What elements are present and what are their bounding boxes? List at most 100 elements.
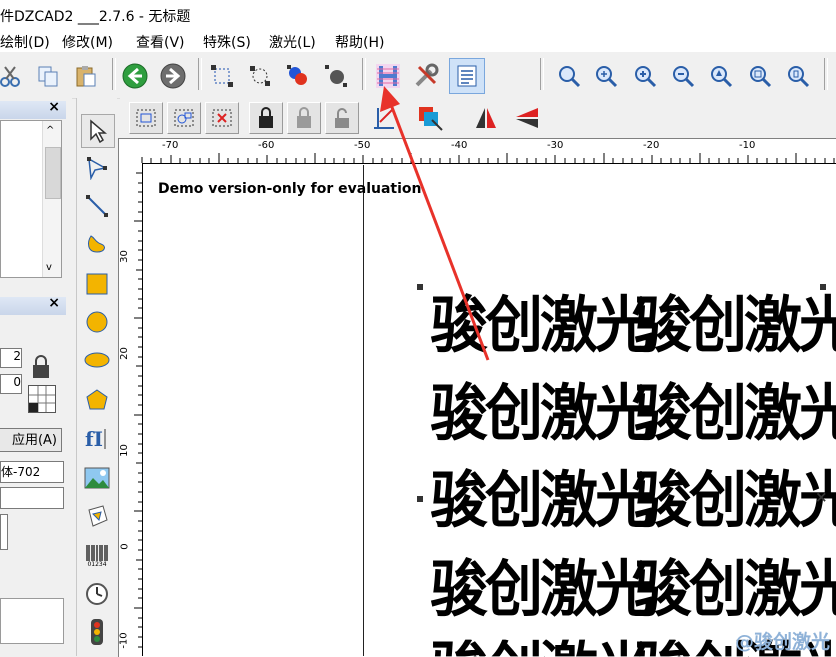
select-arrow-icon[interactable] bbox=[81, 114, 115, 148]
barcode-icon[interactable]: 01234 bbox=[81, 540, 113, 572]
menu-draw[interactable]: 绘制(D) bbox=[0, 32, 50, 52]
clock-icon[interactable] bbox=[81, 578, 113, 610]
chevron-down-icon[interactable]: v bbox=[46, 262, 52, 273]
dark-node-icon[interactable] bbox=[320, 60, 352, 92]
ruler-label: -30 bbox=[547, 140, 564, 151]
menu-special[interactable]: 特殊(S) bbox=[203, 32, 251, 52]
paste-icon[interactable] bbox=[70, 60, 102, 92]
lock-icon[interactable] bbox=[249, 102, 283, 134]
copy-icon[interactable] bbox=[32, 60, 64, 92]
zoom-all-icon[interactable] bbox=[744, 60, 776, 92]
chevron-up-icon[interactable]: ^ bbox=[46, 125, 54, 136]
size-width-field[interactable]: 2 bbox=[0, 348, 22, 368]
curve-icon[interactable] bbox=[81, 228, 113, 260]
toolbar-separator bbox=[824, 58, 828, 90]
text-object[interactable]: 骏创激光 bbox=[430, 559, 653, 620]
ungroup-icon[interactable] bbox=[167, 102, 201, 134]
text-object[interactable]: 骏创激光 bbox=[430, 383, 653, 444]
toolbar-separator bbox=[112, 58, 116, 90]
svg-text:fI: fI bbox=[85, 427, 103, 451]
mirror-vertical-icon[interactable] bbox=[510, 102, 544, 134]
list-scrollbar[interactable]: ^ v bbox=[42, 121, 61, 277]
close-icon[interactable]: × bbox=[48, 99, 60, 115]
title-bar: 件DZCAD2 ___2.7.6 - 无标题 bbox=[0, 0, 836, 30]
toolbar-separator bbox=[540, 58, 544, 90]
zoom-in-alt-icon[interactable] bbox=[629, 60, 661, 92]
window-title: 件DZCAD2 ___2.7.6 - 无标题 bbox=[0, 9, 191, 25]
selection-handle[interactable] bbox=[820, 284, 826, 290]
grid-position-icon[interactable] bbox=[28, 385, 56, 413]
text-object[interactable]: 骏创激光 bbox=[430, 640, 650, 657]
lock-ratio-icon[interactable] bbox=[30, 354, 52, 384]
circle-icon[interactable] bbox=[81, 306, 113, 338]
ellipse-icon[interactable] bbox=[81, 344, 113, 376]
page-boundary-line bbox=[363, 165, 364, 656]
annotation-arrow bbox=[380, 86, 490, 361]
menu-view[interactable]: 查看(V) bbox=[136, 32, 185, 52]
forward-icon[interactable] bbox=[157, 60, 189, 92]
toolbar-separator bbox=[198, 58, 202, 90]
delete-node-icon[interactable] bbox=[205, 102, 239, 134]
color-node-icon[interactable] bbox=[282, 60, 314, 92]
menu-help[interactable]: 帮助(H) bbox=[335, 32, 384, 52]
ruler-label: -50 bbox=[354, 140, 371, 151]
zoom-icon[interactable] bbox=[553, 60, 585, 92]
close-icon[interactable]: × bbox=[48, 295, 60, 311]
panel-title-bar: × bbox=[0, 295, 66, 315]
text-object[interactable]: 骏创激光 bbox=[634, 470, 836, 531]
unlock-all-icon[interactable] bbox=[325, 102, 359, 134]
line-icon[interactable] bbox=[81, 190, 113, 222]
ruler-label: 0 bbox=[119, 543, 131, 550]
zoom-page-icon[interactable] bbox=[782, 60, 814, 92]
zoom-in-icon[interactable] bbox=[590, 60, 622, 92]
object-list[interactable]: ^ v bbox=[0, 120, 62, 278]
ruler-label: 10 bbox=[118, 444, 130, 457]
layer-list[interactable] bbox=[0, 598, 64, 644]
font-select[interactable]: 体-702 bbox=[0, 461, 64, 483]
ruler-label: -60 bbox=[258, 140, 275, 151]
watermark: @骏创激光 bbox=[734, 631, 830, 653]
node-select-icon[interactable] bbox=[81, 152, 113, 184]
left-dock-panel: × ^ v × 2 0 应用(A) 体-702 bbox=[0, 98, 72, 656]
apply-button[interactable]: 应用(A) bbox=[0, 428, 62, 452]
barcode-caption: 01234 bbox=[87, 561, 107, 568]
zoom-out-icon[interactable] bbox=[667, 60, 699, 92]
text-object[interactable]: 骏创激光 bbox=[430, 470, 653, 531]
vertical-ruler: 30 20 10 0 -10 bbox=[118, 163, 143, 656]
text-object[interactable]: 骏创激光 bbox=[634, 383, 836, 444]
group-icon[interactable] bbox=[129, 102, 163, 134]
polygon-icon[interactable] bbox=[81, 384, 113, 416]
menu-bar: 绘制(D) 修改(M) 查看(V) 特殊(S) 激光(L) 帮助(H) bbox=[0, 30, 836, 52]
zoom-pan-icon[interactable] bbox=[705, 60, 737, 92]
scroll-thumb[interactable] bbox=[45, 147, 61, 199]
node-edit-icon[interactable] bbox=[244, 60, 276, 92]
toolbar-separator bbox=[362, 58, 366, 90]
traffic-light-icon[interactable] bbox=[81, 616, 113, 648]
ruler-label: -10 bbox=[739, 140, 756, 151]
panel-title-bar: × bbox=[0, 99, 66, 119]
font-select-value: 体-702 bbox=[1, 465, 41, 479]
ruler-label: -10 bbox=[118, 632, 130, 649]
menu-edit[interactable]: 修改(M) bbox=[62, 32, 113, 52]
menu-laser[interactable]: 激光(L) bbox=[269, 32, 316, 52]
ruler-label: -70 bbox=[162, 140, 179, 151]
text-object[interactable]: 骏创激光 bbox=[634, 295, 836, 356]
vector-file-icon[interactable] bbox=[81, 500, 113, 532]
draw-toolbar: fI 01234 bbox=[76, 98, 117, 656]
ruler-label: 20 bbox=[118, 347, 130, 360]
back-icon[interactable] bbox=[119, 60, 151, 92]
cut-icon[interactable] bbox=[0, 60, 26, 92]
unlock-icon[interactable] bbox=[287, 102, 321, 134]
edit-box[interactable] bbox=[0, 514, 8, 550]
style-select[interactable] bbox=[0, 487, 64, 509]
selection-handle[interactable] bbox=[417, 496, 423, 502]
ruler-label: -20 bbox=[643, 140, 660, 151]
rotation-center-icon[interactable]: × bbox=[815, 488, 828, 506]
text-icon[interactable]: fI bbox=[81, 422, 113, 454]
ruler-label: 30 bbox=[118, 250, 130, 263]
size-height-field[interactable]: 0 bbox=[0, 374, 22, 394]
rectangle-icon[interactable] bbox=[81, 268, 113, 300]
node-select-icon[interactable] bbox=[206, 60, 238, 92]
bitmap-icon[interactable] bbox=[81, 462, 113, 494]
text-object[interactable]: 骏创激光 bbox=[634, 559, 836, 620]
